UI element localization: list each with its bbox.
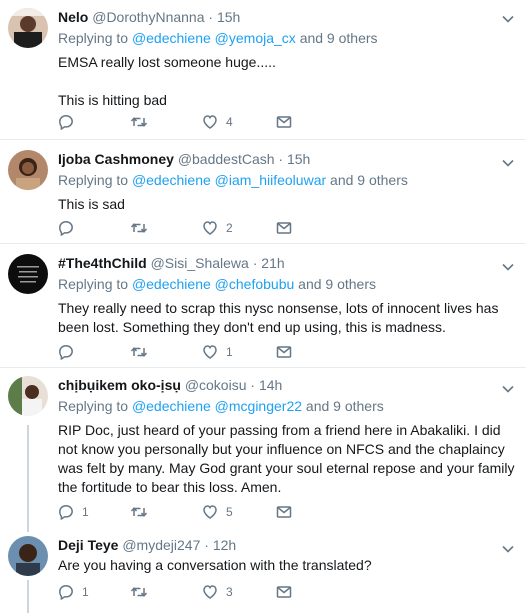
retweet-icon <box>130 220 148 236</box>
chevron-down-icon[interactable] <box>502 154 514 172</box>
chevron-down-icon[interactable] <box>502 380 514 398</box>
display-name[interactable]: #The4thChild <box>58 255 147 271</box>
display-name[interactable]: Nelo <box>58 9 88 25</box>
mention-link[interactable]: @yemoja_cx <box>215 30 296 46</box>
handle[interactable]: @DorothyNnanna <box>92 9 204 25</box>
tweet[interactable]: Nelo @DorothyNnanna · 15h Replying to @e… <box>0 0 526 140</box>
reply-icon <box>58 220 74 236</box>
avatar[interactable] <box>8 254 48 294</box>
heart-icon <box>202 114 218 130</box>
tweet[interactable]: Ijoba Cashmoney @baddestCash · 15h Reply… <box>0 140 526 244</box>
envelope-icon <box>276 114 292 130</box>
envelope-icon <box>276 504 292 520</box>
timestamp[interactable]: 21h <box>261 255 284 271</box>
like-button[interactable]: 5 <box>202 504 233 520</box>
mention-link[interactable]: @iam_hiifeoluwar <box>215 172 326 188</box>
mention-link[interactable]: @mcginger22 <box>215 398 302 414</box>
display-name[interactable]: Ijoba Cashmoney <box>58 151 174 167</box>
reply-icon <box>58 584 74 600</box>
like-button[interactable]: 3 <box>202 584 233 600</box>
retweet-button[interactable] <box>130 584 156 600</box>
timestamp[interactable]: 14h <box>259 377 282 393</box>
timestamp[interactable]: 15h <box>287 151 310 167</box>
tweet-text: RIP Doc, just heard of your passing from… <box>58 422 515 495</box>
retweet-button[interactable] <box>130 220 156 236</box>
envelope-icon <box>276 344 292 360</box>
replying-to: Replying to @edechiene @iam_hiifeoluwar … <box>58 172 408 188</box>
dm-button[interactable] <box>276 584 292 600</box>
dm-button[interactable] <box>276 344 292 360</box>
avatar[interactable] <box>8 536 48 576</box>
reply-button[interactable] <box>58 344 82 360</box>
dm-button[interactable] <box>276 220 292 236</box>
avatar[interactable] <box>8 150 48 190</box>
retweet-icon <box>130 114 148 130</box>
tweet[interactable]: chịbụikem oko-ịsụ @cokoisu · 14h Replyin… <box>0 368 526 528</box>
retweet-button[interactable] <box>130 504 156 520</box>
reply-button[interactable]: 1 <box>58 504 89 520</box>
tweet-text: Are you having a conversation with the t… <box>58 557 372 573</box>
tweet-text: This is sad <box>58 196 125 212</box>
retweet-button[interactable] <box>130 344 156 360</box>
timestamp[interactable]: 12h <box>213 537 236 553</box>
handle[interactable]: @Sisi_Shalewa <box>151 255 249 271</box>
handle[interactable]: @baddestCash <box>178 151 275 167</box>
chevron-down-icon[interactable] <box>502 258 514 276</box>
tweet-text: EMSA really lost someone huge..... This … <box>58 54 276 108</box>
tweet-text: They really need to scrap this nysc nons… <box>58 300 499 335</box>
envelope-icon <box>276 220 292 236</box>
retweet-icon <box>130 504 148 520</box>
reply-button[interactable] <box>58 114 82 130</box>
reply-icon <box>58 504 74 520</box>
dm-button[interactable] <box>276 504 292 520</box>
reply-icon <box>58 344 74 360</box>
mention-link[interactable]: @edechiene <box>132 276 211 292</box>
reply-icon <box>58 114 74 130</box>
retweet-icon <box>130 344 148 360</box>
reply-button[interactable] <box>58 220 82 236</box>
reply-button[interactable]: 1 <box>58 584 89 600</box>
avatar[interactable] <box>8 376 48 416</box>
chevron-down-icon[interactable] <box>502 540 514 558</box>
retweet-button[interactable] <box>130 114 156 130</box>
mention-link[interactable]: @edechiene <box>132 30 211 46</box>
avatar[interactable] <box>8 8 48 48</box>
heart-icon <box>202 504 218 520</box>
display-name[interactable]: Deji Teye <box>58 537 118 553</box>
chevron-down-icon[interactable] <box>502 10 514 28</box>
like-button[interactable]: 4 <box>202 114 233 130</box>
mention-link[interactable]: @edechiene <box>132 172 211 188</box>
display-name[interactable]: chịbụikem oko-ịsụ <box>58 377 181 393</box>
replying-to: Replying to @edechiene @yemoja_cx and 9 … <box>58 30 378 46</box>
tweet[interactable]: Deji Teye @mydeji247 · 12h Are you havin… <box>0 528 526 613</box>
mention-link[interactable]: @chefobubu <box>215 276 295 292</box>
tweet[interactable]: #The4thChild @Sisi_Shalewa · 21h Replyin… <box>0 244 526 368</box>
handle[interactable]: @mydeji247 <box>122 537 200 553</box>
replying-to: Replying to @edechiene @chefobubu and 9 … <box>58 276 376 292</box>
mention-link[interactable]: @edechiene <box>132 398 211 414</box>
heart-icon <box>202 344 218 360</box>
timestamp[interactable]: 15h <box>217 9 240 25</box>
replying-to: Replying to @edechiene @mcginger22 and 9… <box>58 398 384 414</box>
like-button[interactable]: 2 <box>202 220 233 236</box>
heart-icon <box>202 220 218 236</box>
handle[interactable]: @cokoisu <box>185 377 247 393</box>
envelope-icon <box>276 584 292 600</box>
retweet-icon <box>130 584 148 600</box>
dm-button[interactable] <box>276 114 292 130</box>
like-button[interactable]: 1 <box>202 344 233 360</box>
heart-icon <box>202 584 218 600</box>
